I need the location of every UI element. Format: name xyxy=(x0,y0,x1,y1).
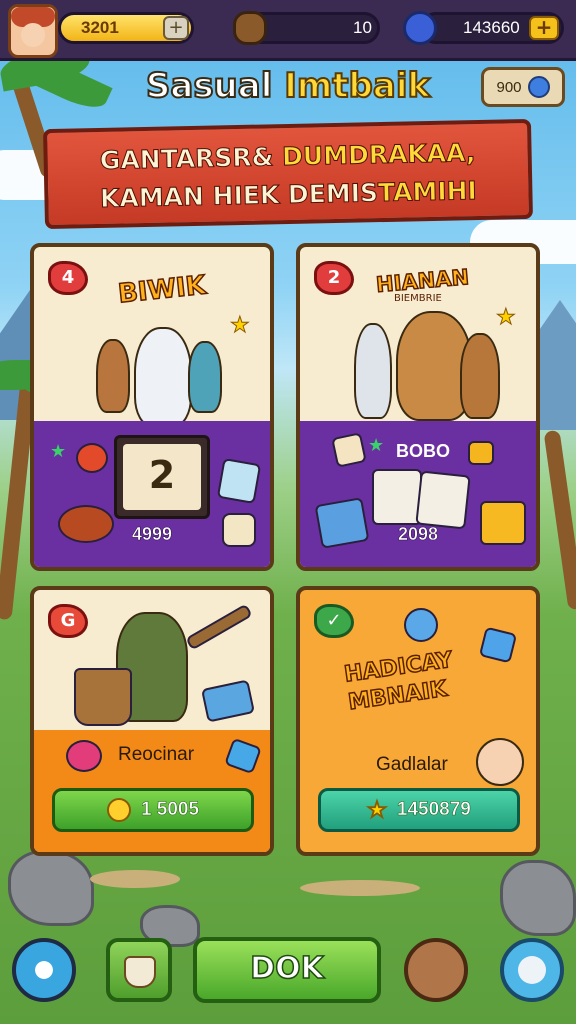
gem-icon xyxy=(478,626,518,664)
banner-line1-a: GANTARSR& xyxy=(99,142,274,176)
buy-button[interactable]: 1 5005 xyxy=(52,788,254,832)
card-panel: ★ BOBO xyxy=(300,421,536,567)
offer-card-4[interactable]: ✓ HADICAY MBNAIK Gadlalar ★ 1450879 xyxy=(296,586,540,856)
star-icon: ★ xyxy=(230,313,251,339)
title-word-1: Sasual xyxy=(145,65,273,107)
title-word-2: Imtbaik xyxy=(283,65,431,107)
cup-icon xyxy=(124,956,156,988)
rock xyxy=(8,850,94,926)
girl-character xyxy=(96,339,130,413)
card-logo-sub: BIEMBRIE xyxy=(394,293,442,304)
gold-counter: 3201 + xyxy=(58,12,194,44)
ok-button-label: DOK xyxy=(249,950,324,987)
cat-character xyxy=(354,323,392,419)
banner-line1-b: DUMDRAKAA, xyxy=(281,138,476,172)
card-price: 4999 xyxy=(131,524,173,545)
dice-icon xyxy=(331,432,367,468)
dice-icon xyxy=(415,470,471,530)
crab-icon xyxy=(76,443,108,473)
gold-value: 3201 xyxy=(81,18,119,37)
globe-icon xyxy=(527,76,550,98)
boy-character xyxy=(188,341,222,413)
badge-value: 900 xyxy=(496,78,522,96)
offer-card-1[interactable]: 4 BIWIK ★ ★ 2 4999 xyxy=(30,243,274,571)
banner-line2-b: TAMIHI xyxy=(377,176,478,208)
dice-icon xyxy=(216,458,262,504)
ok-button[interactable]: DOK xyxy=(193,937,381,1003)
dirt-patch xyxy=(300,880,420,896)
card-logo: BIWIK xyxy=(116,270,208,311)
card-tag: BOBO xyxy=(396,441,450,461)
banner-line2-a: KAMAN HIEK DEMIS xyxy=(99,178,379,214)
wood-counter: 10 xyxy=(233,11,380,45)
fish-icon xyxy=(224,737,262,775)
wolf-character xyxy=(134,327,192,427)
card-badge-icon: ✓ xyxy=(314,604,354,638)
gem-icon xyxy=(403,11,437,45)
rake-icon xyxy=(185,603,253,651)
card-panel: ★ 2 xyxy=(34,421,270,567)
card-badge-icon: G xyxy=(48,604,88,638)
heart-icon xyxy=(66,740,102,772)
gem-pile-icon xyxy=(200,679,256,723)
card-label: Reocinar xyxy=(118,744,195,765)
wood-value: 10 xyxy=(353,18,372,37)
star-icon: ★ xyxy=(50,441,67,462)
coin-icon xyxy=(106,798,131,822)
rock xyxy=(500,860,576,936)
board-number: 2 xyxy=(123,444,201,510)
buy-button[interactable]: ★ 1450879 xyxy=(318,788,520,832)
buy-button-value: 1450879 xyxy=(396,799,471,821)
basket-icon xyxy=(74,668,132,726)
dirt-patch xyxy=(90,870,180,888)
avatar-icon[interactable] xyxy=(8,4,58,58)
level-badge[interactable]: 900 xyxy=(481,67,565,107)
board-icon: 2 xyxy=(114,435,210,519)
star-icon: ★ xyxy=(368,435,385,456)
box-icon xyxy=(468,441,494,465)
dog-character xyxy=(460,333,500,419)
cup-button[interactable] xyxy=(106,938,172,1002)
offer-card-3[interactable]: G Reocinar 1 5005 xyxy=(30,586,274,856)
gear-icon[interactable] xyxy=(12,938,76,1002)
character-avatar xyxy=(476,738,524,786)
gem-value: 143660 xyxy=(463,18,520,37)
gem-counter: 143660 + xyxy=(403,11,564,45)
add-gold-button[interactable]: + xyxy=(163,16,189,40)
add-gems-button[interactable]: + xyxy=(529,16,559,40)
pet-icon[interactable] xyxy=(500,938,564,1002)
buy-button-value: 1 5005 xyxy=(140,799,200,821)
star-icon: ★ xyxy=(496,305,517,331)
pin-icon xyxy=(404,608,438,642)
card-label: Gadlalar xyxy=(376,754,448,775)
dice-icon xyxy=(372,469,422,525)
wood-icon xyxy=(233,11,267,45)
palm-tree xyxy=(543,429,576,611)
event-banner: GANTARSR& DUMDRAKAA, KAMAN HIEK DEMISTAM… xyxy=(43,118,533,230)
offer-card-2[interactable]: 2 HIANAN BIEMBRIE ★ ★ BOBO 2098 xyxy=(296,243,540,571)
card-number-badge: 2 xyxy=(314,261,354,295)
top-bar: 3201 + 10 143660 + xyxy=(0,0,576,61)
card-number-badge: 4 xyxy=(48,261,88,295)
card-logo: HADICAY MBNAIK xyxy=(342,647,459,718)
star-icon: ★ xyxy=(367,797,388,823)
plug-icon[interactable] xyxy=(404,938,468,1002)
card-price: 2098 xyxy=(397,524,439,545)
